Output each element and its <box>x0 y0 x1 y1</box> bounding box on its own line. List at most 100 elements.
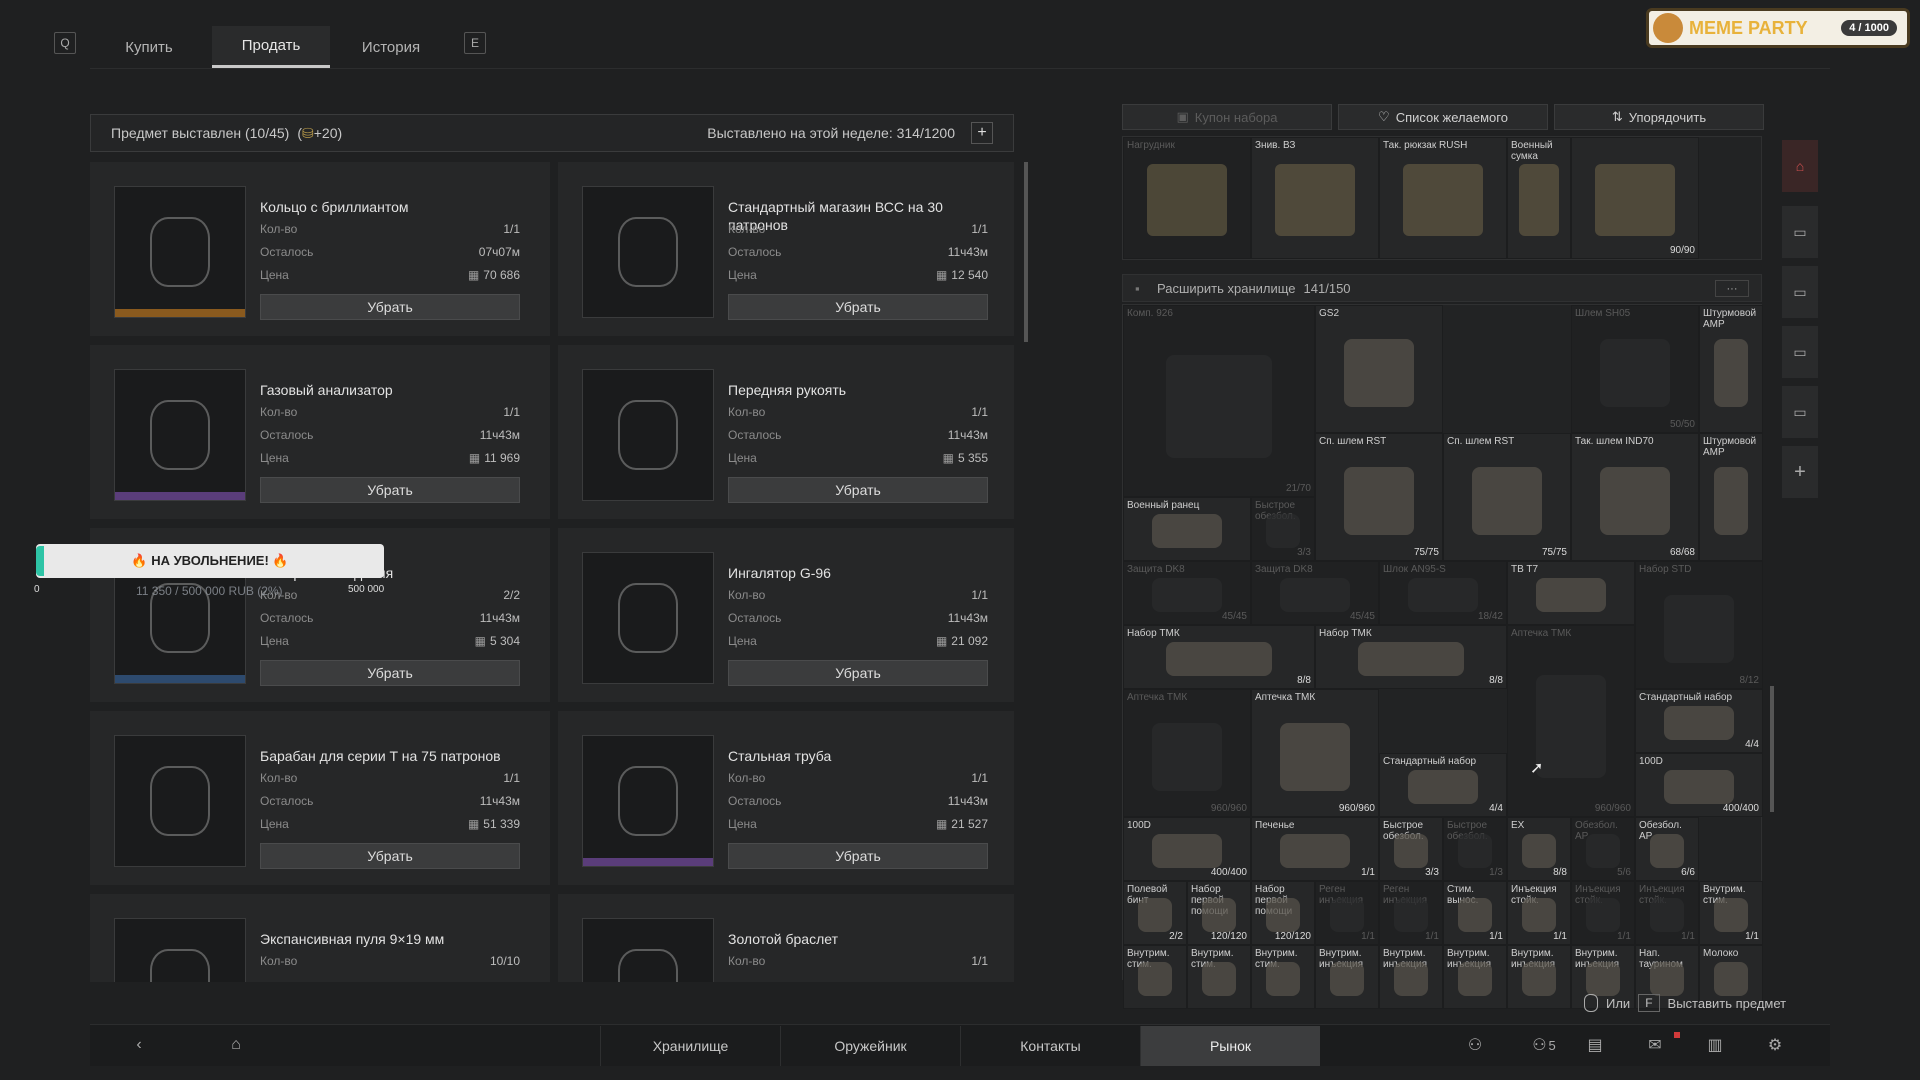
stash-item[interactable]: Так. шлем IND70 68/68 <box>1571 433 1699 561</box>
stash-item[interactable]: Внутрим. инъекция <box>1315 945 1379 1009</box>
item-thumbnail[interactable] <box>114 369 246 501</box>
stash-item[interactable]: Внутрим. инъекция <box>1379 945 1443 1009</box>
stash-item[interactable]: Аптечка ТМК 960/960 <box>1251 689 1379 817</box>
tasks-icon[interactable]: ▥ <box>1702 1034 1728 1056</box>
stash-item[interactable]: Внутрим. стим. <box>1123 945 1187 1009</box>
equipment-slot[interactable]: Знив. ВЗ <box>1251 137 1379 259</box>
more-options-button[interactable]: ··· <box>1715 280 1749 297</box>
stash-item[interactable]: Аптечка ТМК 960/960 <box>1123 689 1251 817</box>
settings-icon[interactable]: ⚙ <box>1762 1034 1788 1056</box>
equipment-slot[interactable]: 90/90 <box>1571 137 1699 259</box>
stash-tab-3-icon[interactable]: ▭ <box>1782 326 1818 378</box>
stash-item[interactable]: Полевой бинт 2/2 <box>1123 881 1187 945</box>
back-icon[interactable]: ‹ <box>126 1034 152 1056</box>
equipment-slot[interactable]: Военный сумка <box>1507 137 1571 259</box>
stash-item[interactable]: Штурмовой АМР <box>1699 433 1763 561</box>
coupon-button[interactable]: ▣ Купон набора <box>1122 104 1332 130</box>
nav-gunsmith[interactable]: Оружейник <box>780 1026 960 1066</box>
stash-item[interactable]: Набор ТМК 8/8 <box>1123 625 1315 689</box>
stash-item[interactable]: Штурмовой АМР <box>1699 305 1763 433</box>
stash-item[interactable]: 100D 400/400 <box>1123 817 1251 881</box>
stash-item[interactable]: Шлок AN95-S 18/42 <box>1379 561 1507 625</box>
stash-item[interactable]: Сп. шлем RST 75/75 <box>1315 433 1443 561</box>
chat-icon[interactable]: ▤ <box>1582 1034 1608 1056</box>
stash-item[interactable]: TB T7 <box>1507 561 1635 625</box>
mail-icon[interactable]: ✉ <box>1642 1034 1668 1056</box>
item-thumbnail[interactable] <box>582 186 714 318</box>
item-thumbnail[interactable] <box>114 918 246 982</box>
nav-contacts[interactable]: Контакты <box>960 1026 1140 1066</box>
add-stash-tab-icon[interactable]: + <box>1782 446 1818 498</box>
stash-item[interactable]: Стим. вынос.1/1 <box>1443 881 1507 945</box>
stash-item[interactable]: Инъекция стойк.1/1 <box>1507 881 1571 945</box>
stash-tab-1-icon[interactable]: ▭ <box>1782 206 1818 258</box>
item-thumbnail[interactable] <box>582 735 714 867</box>
stash-item[interactable]: Быстрое обезбол.3/3 <box>1379 817 1443 881</box>
stash-item[interactable]: Внутрим. инъекция <box>1507 945 1571 1009</box>
stash-item[interactable]: Стандартный набор 4/4 <box>1379 753 1507 817</box>
tab-sell[interactable]: Продать <box>212 26 330 68</box>
stash-tab-4-icon[interactable]: ▭ <box>1782 386 1818 438</box>
stash-item[interactable]: Набор ТМК 8/8 <box>1315 625 1507 689</box>
stash-item[interactable]: Шлем SH05 50/50 <box>1571 305 1699 433</box>
equipment-slot[interactable]: Так. рюкзак RUSH <box>1379 137 1507 259</box>
equipment-slot[interactable]: Нагрудник <box>1123 137 1251 259</box>
sort-button[interactable]: ⇅ Упорядочить <box>1554 104 1764 130</box>
stash-item[interactable]: Быстрое обезбол.1/3 <box>1443 817 1507 881</box>
stash-item[interactable]: Инъекция стойк.1/1 <box>1571 881 1635 945</box>
remove-listing-button[interactable]: Убрать <box>260 660 520 686</box>
home-stash-icon[interactable]: ⌂ <box>1782 140 1818 192</box>
stash-item[interactable]: Реген инъекция1/1 <box>1379 881 1443 945</box>
remove-listing-button[interactable]: Убрать <box>728 294 988 320</box>
stash-item[interactable]: Набор первой помощи120/120 <box>1187 881 1251 945</box>
nav-market[interactable]: Рынок <box>1140 1026 1320 1066</box>
stash-scrollbar[interactable] <box>1770 686 1774 812</box>
wishlist-button[interactable]: ♡ Список желаемого <box>1338 104 1548 130</box>
add-slot-button[interactable]: + <box>971 122 993 144</box>
stash-item[interactable]: Сп. шлем RST 75/75 <box>1443 433 1571 561</box>
stash-item[interactable]: Печенье 1/1 <box>1251 817 1379 881</box>
party-widget[interactable]: MEME PARTY 4 / 1000 <box>1646 8 1910 48</box>
remove-listing-button[interactable]: Убрать <box>260 294 520 320</box>
stash-item[interactable]: Стандартный набор 4/4 <box>1635 689 1763 753</box>
remove-listing-button[interactable]: Убрать <box>728 843 988 869</box>
item-thumbnail[interactable] <box>582 918 714 982</box>
stash-tab-2-icon[interactable]: ▭ <box>1782 266 1818 318</box>
stash-item[interactable]: EX 8/8 <box>1507 817 1571 881</box>
home-icon[interactable]: ⌂ <box>222 1034 250 1056</box>
stash-item[interactable]: Защита DK8 45/45 <box>1123 561 1251 625</box>
promo-banner[interactable]: 🔥 НА УВОЛЬНЕНИЕ! 🔥 <box>36 544 384 578</box>
item-thumbnail[interactable] <box>582 552 714 684</box>
stash-item[interactable]: Внутрим. стим.1/1 <box>1699 881 1763 945</box>
tab-history[interactable]: История <box>342 26 440 68</box>
stash-item[interactable]: Внутрим. стим. <box>1251 945 1315 1009</box>
nav-storage[interactable]: Хранилище <box>600 1026 780 1066</box>
stash-item[interactable]: Набор первой помощи120/120 <box>1251 881 1315 945</box>
remove-listing-button[interactable]: Убрать <box>260 843 520 869</box>
stash-item[interactable]: Быстрое обезбол.3/3 <box>1251 497 1315 561</box>
listing-scrollbar[interactable] <box>1024 162 1028 342</box>
remove-listing-button[interactable]: Убрать <box>728 477 988 503</box>
stash-item[interactable]: Военный ранец <box>1123 497 1251 561</box>
stash-item[interactable]: Обезбол. АР 6/6 <box>1635 817 1699 881</box>
stash-item[interactable]: Комп. 926 21/70 <box>1123 305 1315 497</box>
item-thumbnail[interactable] <box>114 735 246 867</box>
squad-icon[interactable]: ⚇ <box>1462 1034 1488 1056</box>
stash-item[interactable]: Реген инъекция1/1 <box>1315 881 1379 945</box>
stash-item[interactable]: Набор STD 8/12 <box>1635 561 1763 689</box>
stash-item[interactable]: GS2 <box>1315 305 1443 433</box>
item-thumbnail[interactable] <box>582 369 714 501</box>
stash-item[interactable]: Аптечка ТМК 960/960 <box>1507 625 1635 817</box>
friends-icon[interactable]: ⚇ 5 <box>1524 1034 1564 1056</box>
expand-stash-bar[interactable]: ▪ Расширить хранилище 141/150 ··· <box>1122 274 1762 302</box>
stash-item[interactable]: 100D 400/400 <box>1635 753 1763 817</box>
stash-item[interactable]: Обезбол. АР 5/6 <box>1571 817 1635 881</box>
item-thumbnail[interactable] <box>114 186 246 318</box>
stash-item[interactable]: Защита DK8 45/45 <box>1251 561 1379 625</box>
stash-item[interactable]: Внутрим. стим. <box>1187 945 1251 1009</box>
remove-listing-button[interactable]: Убрать <box>260 477 520 503</box>
stash-item[interactable]: Внутрим. инъекция <box>1443 945 1507 1009</box>
tab-buy[interactable]: Купить <box>100 26 198 68</box>
stash-item[interactable]: Инъекция стойк.1/1 <box>1635 881 1699 945</box>
remove-listing-button[interactable]: Убрать <box>728 660 988 686</box>
